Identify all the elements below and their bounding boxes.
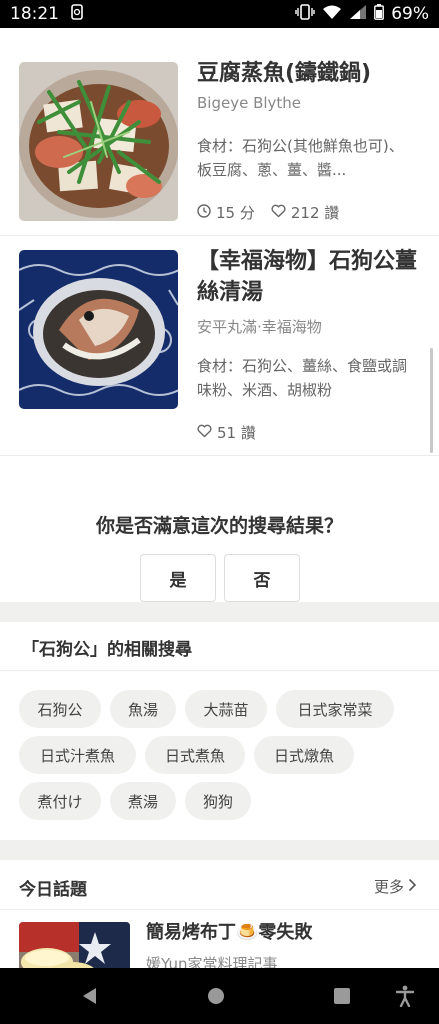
clock-icon xyxy=(197,203,211,222)
recents-icon[interactable] xyxy=(330,984,354,1008)
satisfaction-survey: 你是否滿意這次的搜尋結果？ 是 否 xyxy=(0,456,439,602)
search-results: 豆腐蒸魚(鑄鐵鍋) Bigeye Blythe 食材：石狗公(其他鮮魚也可)、板… xyxy=(0,28,439,968)
section-divider xyxy=(0,602,439,622)
vibrate-icon xyxy=(295,3,315,25)
recipe-likes: 51 讚 xyxy=(217,424,256,442)
recipe-card[interactable]: 豆腐蒸魚(鑄鐵鍋) Bigeye Blythe 食材：石狗公(其他鮮魚也可)、板… xyxy=(0,28,439,236)
today-title: 今日話題 xyxy=(19,880,87,900)
today-header: 今日話題 更多 xyxy=(0,860,439,910)
heart-icon xyxy=(197,424,212,442)
survey-question: 你是否滿意這次的搜尋結果？ xyxy=(95,515,343,537)
chevron-right-icon[interactable] xyxy=(408,878,417,896)
today-topics: 今日話題 更多 xyxy=(0,860,439,968)
more-label[interactable]: 更多 xyxy=(374,876,404,897)
recipe-title[interactable]: 豆腐蒸魚(鑄鐵鍋) xyxy=(197,58,422,89)
recipe-title[interactable]: 【幸福海物】石狗公薑絲清湯 xyxy=(197,246,422,308)
recipe-card[interactable]: 【幸福海物】石狗公薑絲清湯 安平丸滿‧幸福海物 食材：石狗公、薑絲、食鹽或調味粉… xyxy=(0,236,439,456)
section-divider xyxy=(0,840,439,860)
system-nav-bar xyxy=(0,968,439,1024)
related-chip[interactable]: 狗狗 xyxy=(185,782,251,820)
related-searches: 「石狗公」的相關搜尋 石狗公 魚湯 大蒜苗 日式家常菜 日式汁煮魚 日式煮魚 日… xyxy=(0,624,439,840)
related-chip[interactable]: 大蒜苗 xyxy=(185,690,267,728)
related-chip[interactable]: 日式燉魚 xyxy=(254,736,354,774)
recipe-meta: 51 讚 xyxy=(197,422,256,443)
battery-icon xyxy=(374,3,385,25)
accessibility-icon[interactable] xyxy=(393,984,417,1008)
notification-icon xyxy=(71,3,83,25)
wifi-icon xyxy=(322,4,342,25)
status-time: 18:21 xyxy=(10,4,59,24)
recipe-author[interactable]: 安平丸滿‧幸福海物 xyxy=(197,316,322,337)
recipe-thumbnail[interactable] xyxy=(19,62,178,221)
related-chip[interactable]: 日式煮魚 xyxy=(145,736,245,774)
back-icon[interactable] xyxy=(78,984,102,1008)
related-chip[interactable]: 日式汁煮魚 xyxy=(19,736,136,774)
recipe-thumbnail[interactable] xyxy=(19,250,178,409)
scrollbar[interactable] xyxy=(430,348,433,453)
related-chip[interactable]: 石狗公 xyxy=(19,690,101,728)
status-bar: 18:21 69% xyxy=(0,0,439,28)
related-chip[interactable]: 煮付け xyxy=(19,782,101,820)
related-chip[interactable]: 魚湯 xyxy=(110,690,176,728)
related-chip[interactable]: 日式家常菜 xyxy=(276,690,394,728)
battery-percent: 69% xyxy=(391,4,429,24)
recipe-ingredients: 食材：石狗公、薑絲、食鹽或調味粉、米酒、胡椒粉 xyxy=(197,357,408,399)
recipe-meta: 15 分 212 讚 xyxy=(197,202,339,223)
recipe-author[interactable]: Bigeye Blythe xyxy=(197,94,301,112)
survey-no-button[interactable]: 否 xyxy=(224,554,300,602)
recipe-time: 15 分 xyxy=(216,204,255,222)
related-searches-header: 「石狗公」的相關搜尋 xyxy=(0,624,439,671)
recipe-likes: 212 讚 xyxy=(290,204,340,222)
heart-icon xyxy=(271,204,286,222)
home-icon[interactable] xyxy=(204,984,228,1008)
recipe-ingredients: 食材：石狗公(其他鮮魚也可)、板豆腐、蔥、薑、醬... xyxy=(197,137,404,179)
more-link[interactable]: 更多 xyxy=(374,876,417,897)
survey-yes-button[interactable]: 是 xyxy=(140,554,216,602)
signal-icon xyxy=(349,4,367,25)
related-chip[interactable]: 煮湯 xyxy=(110,782,176,820)
